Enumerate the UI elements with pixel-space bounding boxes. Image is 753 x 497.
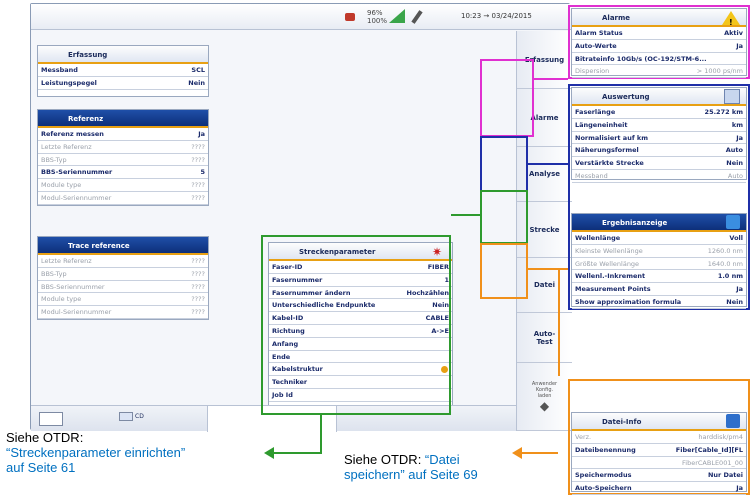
caption-datei: Siehe OTDR: “Datei speichern” auf Seite … bbox=[344, 452, 478, 482]
tab-anwender-konfig-laden[interactable]: Anwender Konfig. laden ◆ bbox=[517, 363, 572, 431]
row-leistungspegel[interactable]: Leistungspegel Nein bbox=[38, 77, 208, 90]
analysis-icon bbox=[724, 89, 740, 104]
row-bitrateinfo[interactable]: Bitrateinfo 10Gb/s (OC-192/STM-6... bbox=[572, 53, 746, 66]
row-module-type: Module type???? bbox=[38, 293, 208, 307]
row-modul-seriennummer: Modul-Seriennummer???? bbox=[38, 192, 208, 205]
arrow-strecke-horizontal bbox=[272, 452, 322, 454]
trace-reference-panel: Trace reference Letzte Referenz???? BBS-… bbox=[37, 236, 209, 320]
row-wellenl-inkrement[interactable]: Wellenl.-Inkrement 1.0 nm bbox=[572, 270, 746, 284]
alarme-panel: Alarme Alarm StatusAktiv Auto-WerteJa Bi… bbox=[571, 8, 747, 79]
arrow-strecke-vertical bbox=[320, 415, 322, 453]
file-icon bbox=[726, 414, 740, 428]
row-letzte-referenz: Letzte Referenz???? bbox=[38, 255, 208, 268]
row-kleinste-wellenlaenge: Kleinste Wellenlänge 1260.0 nm bbox=[572, 245, 746, 258]
datei-info-panel: Datei-Info Verz. harddisk/pm4 Dateibenenn… bbox=[571, 412, 747, 495]
connector-datei bbox=[528, 268, 568, 270]
erfassung-panel: Erfassung Messband SCL Leistungspegel Nein bbox=[37, 45, 209, 97]
row-bbs-seriennummer[interactable]: BBS-Seriennummer 5 bbox=[38, 166, 208, 180]
row-naeherungsformel[interactable]: Näherungsformel Auto bbox=[572, 144, 746, 158]
ergebnisanzeige-panel: Ergebnisanzeige Wellenlänge Voll Kleinste… bbox=[571, 213, 747, 309]
link-streckenparameter[interactable]: “Streckenparameter einrichten” bbox=[6, 445, 185, 460]
row-groesste-wellenlaenge: Größte Wellenlänge 1640.0 nm bbox=[572, 258, 746, 271]
row-faserlaenge[interactable]: Faserlänge 25.272 km bbox=[572, 106, 746, 119]
cd-button[interactable]: CD bbox=[119, 412, 144, 421]
highlight-alarme-tab bbox=[480, 59, 534, 137]
panel-title: Erfassung bbox=[38, 46, 208, 64]
row-bbs-typ: BBS-Typ???? bbox=[38, 268, 208, 281]
result-icon bbox=[726, 215, 740, 229]
row-messband: Messband Auto bbox=[572, 170, 746, 183]
row-wellenlaenge[interactable]: Wellenlänge Voll bbox=[572, 232, 746, 245]
row-modul-seriennummer: Modul-Seriennummer???? bbox=[38, 306, 208, 319]
arrow-datei-head bbox=[512, 447, 522, 459]
row-show-approximation[interactable]: Show approximation formula Nein bbox=[572, 296, 746, 309]
link-datei[interactable]: “Datei bbox=[425, 452, 460, 467]
wrench-icon bbox=[411, 10, 423, 24]
load-config-icon: ◆ bbox=[539, 398, 550, 413]
row-verz: Verz. harddisk/pm4 bbox=[572, 431, 746, 444]
row-bbs-typ: BBS-Typ???? bbox=[38, 154, 208, 167]
status-bar: 96% 100% 10:23 → 03/24/2015 bbox=[31, 4, 571, 30]
row-speichermodus[interactable]: Speichermodus Nur Datei bbox=[572, 469, 746, 483]
panel-title: Datei-Info bbox=[572, 413, 746, 431]
referenz-panel: Referenz Referenz messen Ja Letzte Refere… bbox=[37, 109, 209, 206]
signal-icon bbox=[389, 9, 405, 23]
tab-auto-test[interactable]: Auto- Test bbox=[517, 313, 572, 363]
row-dateiname-preview: FiberCABLE001_00 bbox=[572, 457, 746, 470]
row-laengeneinheit[interactable]: Längeneinheit km bbox=[572, 119, 746, 132]
row-dateibenennung[interactable]: Dateibenennung Fiber[Cable_Id][FL bbox=[572, 444, 746, 457]
row-auto-speichern[interactable]: Auto-Speichern Ja bbox=[572, 482, 746, 495]
row-bbs-seriennummer: BBS-Seriennummer???? bbox=[38, 281, 208, 294]
connector-strecke bbox=[451, 214, 480, 216]
row-alarm-status[interactable]: Alarm Status Aktiv bbox=[572, 27, 746, 40]
row-letzte-referenz: Letzte Referenz???? bbox=[38, 141, 208, 154]
highlight-streckenparameter-panel bbox=[261, 235, 451, 415]
link-seite-69[interactable]: speichern” auf Seite 69 bbox=[344, 467, 478, 482]
auswertung-panel: Auswertung Faserlänge 25.272 km Längenein… bbox=[571, 87, 747, 183]
panel-title: Auswertung bbox=[572, 88, 746, 106]
cd-icon bbox=[119, 412, 133, 421]
row-messband[interactable]: Messband SCL bbox=[38, 64, 208, 77]
row-module-type: Module type???? bbox=[38, 179, 208, 192]
caption-strecke: Siehe OTDR: “Streckenparameter einrichte… bbox=[6, 430, 186, 475]
warning-icon bbox=[722, 11, 740, 25]
datetime: 10:23 → 03/24/2015 bbox=[461, 12, 532, 20]
panel-title: Alarme bbox=[572, 9, 746, 27]
highlight-strecke-tab bbox=[480, 190, 528, 244]
connector-analyse bbox=[528, 163, 568, 165]
link-seite-61[interactable]: auf Seite 61 bbox=[6, 460, 185, 475]
row-dispersion: Dispersion > 1000 ps/nm bbox=[572, 65, 746, 79]
panel-title: Referenz bbox=[38, 110, 208, 128]
trace-view-icon[interactable] bbox=[39, 412, 63, 426]
row-verstaerkte-strecke[interactable]: Verstärkte Strecke Nein bbox=[572, 157, 746, 170]
row-measurement-points[interactable]: Measurement Points Ja bbox=[572, 283, 746, 296]
row-normalisiert[interactable]: Normalisiert auf km Ja bbox=[572, 132, 746, 145]
connector-datei-vertical bbox=[558, 270, 560, 376]
alarm-indicator-icon bbox=[345, 13, 355, 21]
arrow-strecke-head bbox=[264, 447, 274, 459]
highlight-datei-tab bbox=[480, 243, 528, 299]
row-auto-werte[interactable]: Auto-Werte Ja bbox=[572, 40, 746, 53]
battery-level: 96% 100% bbox=[367, 9, 388, 25]
panel-title: Trace reference bbox=[38, 237, 208, 255]
panel-title: Ergebnisanzeige bbox=[572, 214, 746, 232]
highlight-analyse-tab bbox=[480, 136, 528, 192]
row-referenz-messen[interactable]: Referenz messen Ja bbox=[38, 128, 208, 141]
arrow-datei-horizontal bbox=[520, 452, 558, 454]
connector-alarme bbox=[534, 78, 568, 80]
